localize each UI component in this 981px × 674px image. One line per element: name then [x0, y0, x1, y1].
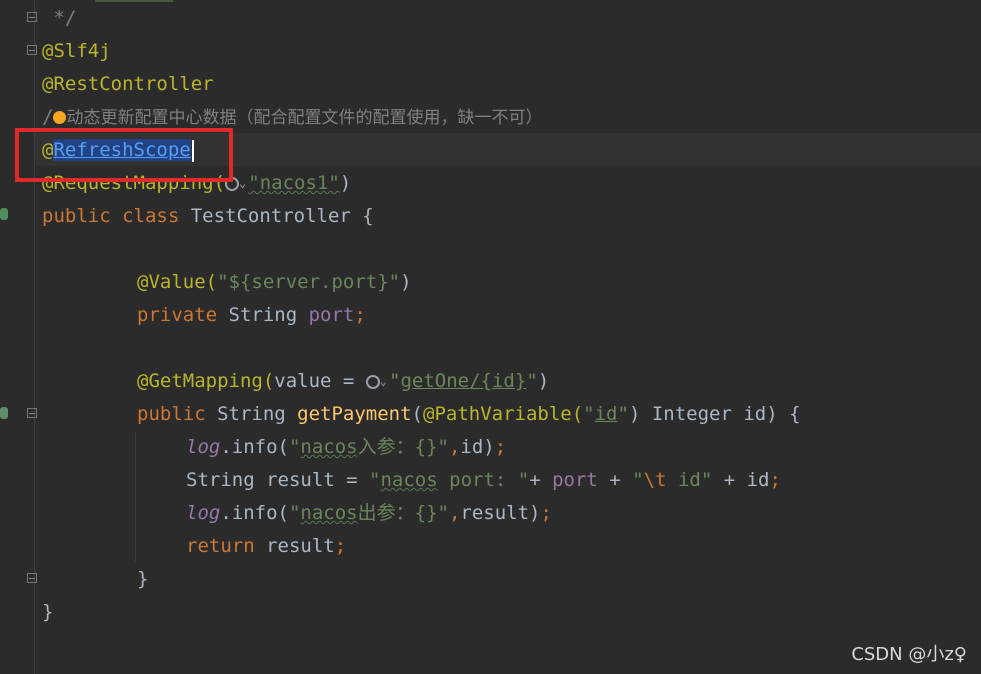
code-line: }: [42, 601, 54, 623]
code-line: public String getPayment(@PathVariable("…: [137, 403, 801, 425]
code-line: public class TestController {: [42, 205, 374, 227]
globe-icon[interactable]: [365, 374, 380, 389]
code-line: @RestController: [42, 73, 214, 95]
code-line: */: [42, 7, 77, 29]
url-reference-link[interactable]: getOne/{id}: [400, 370, 526, 392]
code-line: String result = "nacos port: "+ port + "…: [186, 469, 781, 491]
chinese-comment: 动态更新配置中心数据（配合配置文件的配置使用，缺一不可）: [66, 108, 543, 128]
chevron-down-icon[interactable]: ⌄: [380, 365, 387, 398]
code-line: return result;: [186, 535, 347, 557]
highlight-box: [15, 128, 233, 182]
indent-guide: [135, 432, 136, 562]
code-line: private String port;: [137, 304, 366, 326]
code-line: @GetMapping(value = ⌄ "getOne/{id}"): [137, 365, 549, 398]
code-line: @Value("${server.port}"): [137, 271, 412, 293]
code-line: log.info("nacos出参：{}",result);: [186, 502, 552, 524]
code-line: log.info("nacos入参：{}",id);: [186, 436, 507, 458]
code-line: }: [137, 568, 149, 590]
intention-bulb-icon[interactable]: [53, 111, 67, 124]
chevron-down-icon[interactable]: ⌄: [239, 167, 246, 200]
watermark: CSDN @小z♀: [851, 644, 967, 665]
code-editor[interactable]: */ @Slf4j @RestController / 动态更新配置中心数据（配合…: [0, 0, 981, 674]
code-line: @Slf4j: [42, 40, 111, 62]
